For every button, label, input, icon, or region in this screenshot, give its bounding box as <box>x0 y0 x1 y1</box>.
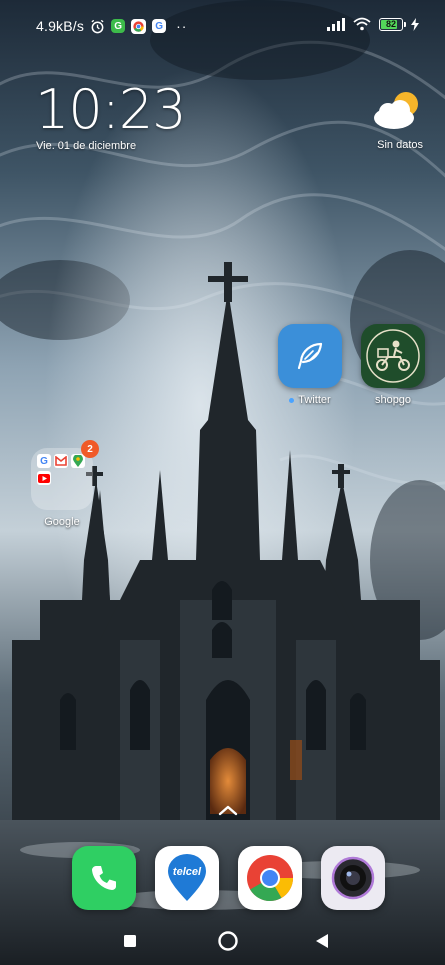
battery-icon: 82 <box>379 17 406 31</box>
twitter-app-icon[interactable] <box>278 324 342 388</box>
dock-phone-app[interactable] <box>72 846 136 910</box>
recents-button[interactable] <box>118 929 142 953</box>
status-bar: 4.9kB/s G G ·· 82 <box>0 0 445 52</box>
app-label-shopgo: shopgo <box>374 394 412 406</box>
battery-level: 82 <box>385 19 396 29</box>
dock-chrome-app[interactable] <box>238 846 302 910</box>
circle-icon <box>218 931 238 951</box>
phone-icon <box>92 866 116 890</box>
green-app-icon: G <box>111 19 126 33</box>
google-icon: G <box>152 19 167 33</box>
dock-telcel-app[interactable]: telcel <box>155 846 219 910</box>
gmail-icon <box>54 454 68 468</box>
feather-icon <box>297 342 323 370</box>
network-speed: 4.9kB/s <box>36 18 85 34</box>
app-shopgo[interactable]: shopgo <box>361 324 425 406</box>
weather-status[interactable]: Sin datos <box>377 139 423 151</box>
more-notifications-indicator: ·· <box>176 18 188 34</box>
navigation-bar <box>0 915 445 965</box>
wifi-icon <box>353 17 371 31</box>
notification-badge: 2 <box>81 440 99 458</box>
telcel-icon: telcel <box>168 854 206 901</box>
new-install-dot <box>289 397 295 403</box>
chrome-icon <box>247 855 293 901</box>
google-icon: G <box>37 454 51 468</box>
folder-google[interactable]: G 2 Google <box>31 440 99 528</box>
camera-icon <box>331 856 375 900</box>
telcel-logo-text: telcel <box>173 866 202 878</box>
app-twitter[interactable]: Twitter <box>278 324 342 406</box>
clock-date[interactable]: Vie. 01 de diciembre <box>36 140 136 152</box>
chrome-icon <box>131 18 147 34</box>
back-button[interactable] <box>310 929 334 953</box>
folder-icon[interactable]: G 2 <box>31 440 99 510</box>
partly-cloudy-icon[interactable] <box>372 88 424 132</box>
scooter-delivery-icon <box>366 329 420 383</box>
charging-icon <box>411 17 419 31</box>
home-button[interactable] <box>214 927 242 955</box>
youtube-icon <box>37 471 51 485</box>
chevron-up-icon[interactable] <box>214 802 242 820</box>
clock-time[interactable]: 10:23 <box>35 78 187 141</box>
back-triangle-icon <box>316 934 328 948</box>
alarm-icon <box>91 19 104 33</box>
shopgo-app-icon[interactable] <box>361 324 425 388</box>
signal-icon <box>327 17 345 31</box>
dock-camera-app[interactable] <box>321 846 385 910</box>
square-icon <box>124 935 136 947</box>
folder-label-google: Google <box>44 516 80 528</box>
home-screen: 4.9kB/s G G ·· 82 10:23 Vie. 01 de dicie… <box>0 0 445 965</box>
app-label-twitter: Twitter <box>289 394 331 406</box>
maps-icon <box>71 454 85 468</box>
